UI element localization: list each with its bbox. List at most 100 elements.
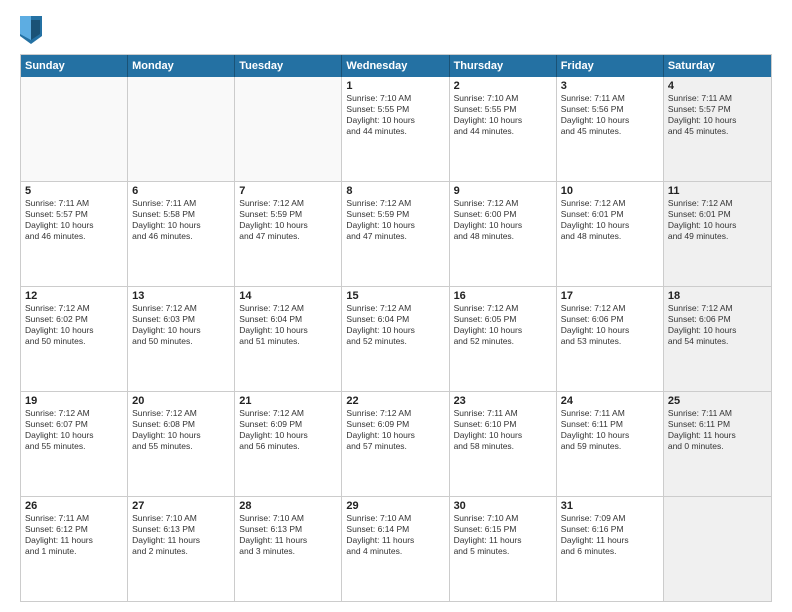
cell-content: Sunrise: 7:11 AM Sunset: 5:58 PM Dayligh… [132,198,230,242]
day-number: 11 [668,185,767,197]
calendar-cell-r3c6: 25Sunrise: 7:11 AM Sunset: 6:11 PM Dayli… [664,392,771,496]
day-number: 2 [454,80,552,92]
day-number: 19 [25,395,123,407]
calendar-cell-r3c0: 19Sunrise: 7:12 AM Sunset: 6:07 PM Dayli… [21,392,128,496]
cell-content: Sunrise: 7:12 AM Sunset: 6:02 PM Dayligh… [25,303,123,347]
cell-content: Sunrise: 7:11 AM Sunset: 5:57 PM Dayligh… [25,198,123,242]
day-number: 26 [25,500,123,512]
day-number: 17 [561,290,659,302]
day-number: 20 [132,395,230,407]
cell-content: Sunrise: 7:12 AM Sunset: 6:05 PM Dayligh… [454,303,552,347]
header-day-tuesday: Tuesday [235,55,342,77]
calendar-row-0: 1Sunrise: 7:10 AM Sunset: 5:55 PM Daylig… [21,77,771,182]
calendar-row-1: 5Sunrise: 7:11 AM Sunset: 5:57 PM Daylig… [21,182,771,287]
cell-content: Sunrise: 7:10 AM Sunset: 6:13 PM Dayligh… [132,513,230,557]
day-number: 15 [346,290,444,302]
cell-content: Sunrise: 7:12 AM Sunset: 6:04 PM Dayligh… [239,303,337,347]
cell-content: Sunrise: 7:10 AM Sunset: 6:15 PM Dayligh… [454,513,552,557]
calendar-row-3: 19Sunrise: 7:12 AM Sunset: 6:07 PM Dayli… [21,392,771,497]
cell-content: Sunrise: 7:12 AM Sunset: 5:59 PM Dayligh… [346,198,444,242]
calendar-cell-r4c3: 29Sunrise: 7:10 AM Sunset: 6:14 PM Dayli… [342,497,449,601]
cell-content: Sunrise: 7:12 AM Sunset: 6:07 PM Dayligh… [25,408,123,452]
calendar-cell-r4c2: 28Sunrise: 7:10 AM Sunset: 6:13 PM Dayli… [235,497,342,601]
cell-content: Sunrise: 7:12 AM Sunset: 6:03 PM Dayligh… [132,303,230,347]
cell-content: Sunrise: 7:12 AM Sunset: 6:06 PM Dayligh… [561,303,659,347]
calendar-cell-r0c6: 4Sunrise: 7:11 AM Sunset: 5:57 PM Daylig… [664,77,771,181]
day-number: 14 [239,290,337,302]
cell-content: Sunrise: 7:11 AM Sunset: 6:11 PM Dayligh… [668,408,767,452]
calendar-cell-r4c1: 27Sunrise: 7:10 AM Sunset: 6:13 PM Dayli… [128,497,235,601]
header-day-thursday: Thursday [450,55,557,77]
cell-content: Sunrise: 7:11 AM Sunset: 5:56 PM Dayligh… [561,93,659,137]
calendar-cell-r1c6: 11Sunrise: 7:12 AM Sunset: 6:01 PM Dayli… [664,182,771,286]
cell-content: Sunrise: 7:10 AM Sunset: 6:14 PM Dayligh… [346,513,444,557]
calendar-cell-r4c4: 30Sunrise: 7:10 AM Sunset: 6:15 PM Dayli… [450,497,557,601]
calendar-cell-r2c2: 14Sunrise: 7:12 AM Sunset: 6:04 PM Dayli… [235,287,342,391]
cell-content: Sunrise: 7:12 AM Sunset: 6:01 PM Dayligh… [561,198,659,242]
day-number: 29 [346,500,444,512]
calendar-cell-r1c1: 6Sunrise: 7:11 AM Sunset: 5:58 PM Daylig… [128,182,235,286]
day-number: 6 [132,185,230,197]
calendar-cell-r2c3: 15Sunrise: 7:12 AM Sunset: 6:04 PM Dayli… [342,287,449,391]
calendar-cell-r2c1: 13Sunrise: 7:12 AM Sunset: 6:03 PM Dayli… [128,287,235,391]
day-number: 25 [668,395,767,407]
calendar-cell-r4c5: 31Sunrise: 7:09 AM Sunset: 6:16 PM Dayli… [557,497,664,601]
calendar-cell-r0c1 [128,77,235,181]
cell-content: Sunrise: 7:10 AM Sunset: 5:55 PM Dayligh… [346,93,444,137]
day-number: 24 [561,395,659,407]
day-number: 7 [239,185,337,197]
calendar-cell-r0c3: 1Sunrise: 7:10 AM Sunset: 5:55 PM Daylig… [342,77,449,181]
calendar-header: SundayMondayTuesdayWednesdayThursdayFrid… [21,55,771,77]
day-number: 9 [454,185,552,197]
calendar-cell-r3c5: 24Sunrise: 7:11 AM Sunset: 6:11 PM Dayli… [557,392,664,496]
logo-icon [20,16,42,44]
day-number: 12 [25,290,123,302]
cell-content: Sunrise: 7:11 AM Sunset: 6:11 PM Dayligh… [561,408,659,452]
day-number: 18 [668,290,767,302]
calendar-cell-r0c5: 3Sunrise: 7:11 AM Sunset: 5:56 PM Daylig… [557,77,664,181]
calendar-cell-r1c4: 9Sunrise: 7:12 AM Sunset: 6:00 PM Daylig… [450,182,557,286]
cell-content: Sunrise: 7:10 AM Sunset: 5:55 PM Dayligh… [454,93,552,137]
day-number: 3 [561,80,659,92]
cell-content: Sunrise: 7:12 AM Sunset: 6:09 PM Dayligh… [346,408,444,452]
day-number: 30 [454,500,552,512]
calendar-cell-r2c0: 12Sunrise: 7:12 AM Sunset: 6:02 PM Dayli… [21,287,128,391]
calendar-cell-r0c0 [21,77,128,181]
day-number: 4 [668,80,767,92]
day-number: 10 [561,185,659,197]
calendar-cell-r4c6 [664,497,771,601]
calendar-cell-r3c3: 22Sunrise: 7:12 AM Sunset: 6:09 PM Dayli… [342,392,449,496]
calendar-cell-r1c0: 5Sunrise: 7:11 AM Sunset: 5:57 PM Daylig… [21,182,128,286]
cell-content: Sunrise: 7:12 AM Sunset: 5:59 PM Dayligh… [239,198,337,242]
day-number: 5 [25,185,123,197]
calendar-cell-r1c2: 7Sunrise: 7:12 AM Sunset: 5:59 PM Daylig… [235,182,342,286]
calendar-body: 1Sunrise: 7:10 AM Sunset: 5:55 PM Daylig… [21,77,771,601]
cell-content: Sunrise: 7:11 AM Sunset: 6:10 PM Dayligh… [454,408,552,452]
calendar-cell-r1c3: 8Sunrise: 7:12 AM Sunset: 5:59 PM Daylig… [342,182,449,286]
cell-content: Sunrise: 7:10 AM Sunset: 6:13 PM Dayligh… [239,513,337,557]
logo [20,16,44,44]
day-number: 16 [454,290,552,302]
day-number: 31 [561,500,659,512]
day-number: 27 [132,500,230,512]
header [20,16,772,44]
day-number: 23 [454,395,552,407]
calendar-cell-r1c5: 10Sunrise: 7:12 AM Sunset: 6:01 PM Dayli… [557,182,664,286]
day-number: 21 [239,395,337,407]
cell-content: Sunrise: 7:12 AM Sunset: 6:04 PM Dayligh… [346,303,444,347]
calendar-cell-r2c5: 17Sunrise: 7:12 AM Sunset: 6:06 PM Dayli… [557,287,664,391]
calendar-cell-r2c6: 18Sunrise: 7:12 AM Sunset: 6:06 PM Dayli… [664,287,771,391]
cell-content: Sunrise: 7:12 AM Sunset: 6:08 PM Dayligh… [132,408,230,452]
cell-content: Sunrise: 7:12 AM Sunset: 6:01 PM Dayligh… [668,198,767,242]
calendar-cell-r3c4: 23Sunrise: 7:11 AM Sunset: 6:10 PM Dayli… [450,392,557,496]
day-number: 8 [346,185,444,197]
day-number: 1 [346,80,444,92]
header-day-sunday: Sunday [21,55,128,77]
header-day-friday: Friday [557,55,664,77]
calendar-cell-r0c4: 2Sunrise: 7:10 AM Sunset: 5:55 PM Daylig… [450,77,557,181]
cell-content: Sunrise: 7:12 AM Sunset: 6:06 PM Dayligh… [668,303,767,347]
page-container: SundayMondayTuesdayWednesdayThursdayFrid… [0,0,792,612]
calendar-cell-r3c2: 21Sunrise: 7:12 AM Sunset: 6:09 PM Dayli… [235,392,342,496]
calendar-cell-r4c0: 26Sunrise: 7:11 AM Sunset: 6:12 PM Dayli… [21,497,128,601]
day-number: 28 [239,500,337,512]
